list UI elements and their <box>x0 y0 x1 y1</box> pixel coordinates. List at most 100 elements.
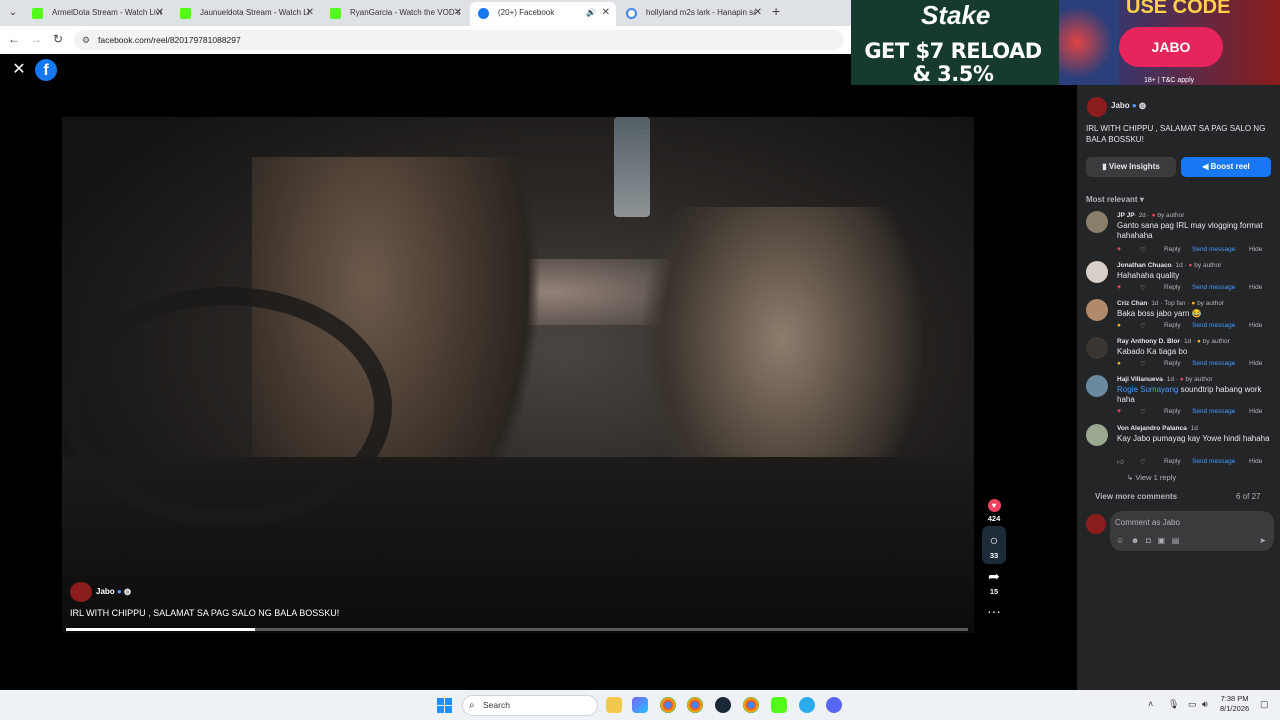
comment-author[interactable]: Criz Chan· 1d · Top fan · ● by author <box>1117 300 1224 307</box>
chevron-up-icon[interactable]: ˄ <box>1148 699 1153 709</box>
steam-icon[interactable] <box>715 697 731 713</box>
avatar[interactable] <box>1086 299 1108 321</box>
windows-start-icon[interactable] <box>437 698 452 713</box>
notification-icon[interactable]: ▢ <box>1260 699 1269 710</box>
haha-reaction-icon[interactable]: ● <box>1117 360 1121 367</box>
hide-button[interactable]: Hide <box>1249 408 1262 415</box>
dislike-icon[interactable]: ♡ <box>1140 284 1146 292</box>
avatar[interactable] <box>1086 337 1108 359</box>
chrome-icon[interactable] <box>660 697 676 713</box>
comment-button[interactable]: ○ 33 <box>982 526 1006 564</box>
avatar-sticker-icon[interactable]: ☺ <box>1116 536 1124 545</box>
comment-author[interactable]: Haji Villanueva· 1d · ● by author <box>1117 376 1213 383</box>
hide-button[interactable]: Hide <box>1249 246 1262 253</box>
like-icon[interactable]: 👍︎ <box>1117 458 1124 466</box>
avatar[interactable] <box>1086 211 1108 233</box>
speaker-icon[interactable]: 🔊 <box>586 2 596 24</box>
care-reaction-icon[interactable]: ● <box>1117 322 1121 329</box>
more-options-button[interactable]: ··· <box>982 601 1006 621</box>
send-message-button[interactable]: Send message <box>1192 246 1235 253</box>
dislike-icon[interactable]: ♡ <box>1140 246 1146 254</box>
tab-google-search[interactable]: hollyland m2s lark - Hanapin sa ✕ <box>618 2 768 26</box>
view-replies-link[interactable]: ↳ View 1 reply <box>1127 473 1176 482</box>
sidebar-author[interactable]: Jabo ● ◍ <box>1111 101 1146 110</box>
hide-button[interactable]: Hide <box>1249 458 1262 465</box>
emoji-icon[interactable]: ☻ <box>1131 536 1139 545</box>
love-reaction-icon[interactable]: ♥ <box>1117 284 1121 291</box>
dislike-icon[interactable]: ♡ <box>1140 322 1146 330</box>
tab-search-icon[interactable]: ⌄ <box>4 4 22 22</box>
app-icon[interactable] <box>771 697 787 713</box>
chrome-icon[interactable] <box>687 697 703 713</box>
taskbar-clock[interactable]: 7:38 PM 8/1/2026 <box>1220 694 1249 714</box>
avatar[interactable] <box>70 582 92 602</box>
new-tab-button[interactable]: + <box>772 3 780 19</box>
hide-button[interactable]: Hide <box>1249 322 1262 329</box>
camera-icon[interactable]: ◘ <box>1146 536 1151 545</box>
reel-video[interactable] <box>62 117 974 633</box>
reply-button[interactable]: Reply <box>1164 284 1181 291</box>
comment-author[interactable]: Von Alejandro Palanca· 1d <box>1117 425 1198 432</box>
avatar[interactable] <box>1086 375 1108 397</box>
comment-author[interactable]: JP JP· 2d · ● by author <box>1117 212 1184 219</box>
dislike-icon[interactable]: ♡ <box>1140 360 1146 368</box>
facebook-logo-icon[interactable]: f <box>35 59 57 81</box>
microphone-icon[interactable]: 🎙︎ <box>1168 699 1179 710</box>
chrome-icon[interactable] <box>743 697 759 713</box>
discord-icon[interactable] <box>826 697 842 713</box>
gif-icon[interactable]: ▣ <box>1157 536 1165 545</box>
share-button[interactable]: ➦ 15 <box>982 566 1006 596</box>
sort-dropdown[interactable]: Most relevant ▾ <box>1086 195 1144 204</box>
reply-button[interactable]: Reply <box>1164 360 1181 367</box>
avatar[interactable] <box>1086 261 1108 283</box>
close-tab-icon[interactable]: ✕ <box>156 2 164 24</box>
send-message-button[interactable]: Send message <box>1192 458 1235 465</box>
network-icon[interactable]: ▭ <box>1188 699 1197 710</box>
reaction-button[interactable]: ♥ 424 <box>982 493 1006 523</box>
telegram-icon[interactable] <box>799 697 815 713</box>
send-message-button[interactable]: Send message <box>1192 360 1235 367</box>
boost-reel-button[interactable]: ◀ Boost reel <box>1181 157 1271 177</box>
taskbar-search[interactable]: ⌕ Search <box>462 695 598 716</box>
reply-button[interactable]: Reply <box>1164 458 1181 465</box>
send-message-button[interactable]: Send message <box>1192 322 1235 329</box>
view-more-comments-link[interactable]: View more comments <box>1095 492 1177 501</box>
ad-code-button[interactable]: JABO <box>1119 27 1223 67</box>
tab-jaunueldota[interactable]: Jaunueldota Stream - Watch Live ✕ <box>172 2 320 26</box>
reply-button[interactable]: Reply <box>1164 408 1181 415</box>
close-tab-icon[interactable]: ✕ <box>602 2 610 24</box>
sticker-icon[interactable]: ▤ <box>1172 536 1180 545</box>
reply-button[interactable]: Reply <box>1164 322 1181 329</box>
hide-button[interactable]: Hide <box>1249 284 1262 291</box>
dislike-icon[interactable]: ♡ <box>1140 408 1146 416</box>
reel-author-name[interactable]: Jabo ● ◍ <box>96 587 131 596</box>
video-progress-bar[interactable] <box>66 628 968 631</box>
copilot-icon[interactable] <box>632 697 648 713</box>
stake-ad-banner[interactable]: Stake GET $7 RELOAD & 3.5% RAKEBACK! USE… <box>851 0 1280 85</box>
tab-armeldota[interactable]: ArmelDota Stream - Watch Live ✕ <box>24 2 170 26</box>
avatar[interactable] <box>1087 97 1107 117</box>
avatar[interactable] <box>1086 424 1108 446</box>
tab-ryangarcia[interactable]: RyanGarcia - Watch the VOD on ✕ <box>322 2 468 26</box>
close-tab-icon[interactable]: ✕ <box>454 2 462 24</box>
volume-icon[interactable]: 🔊︎ <box>1202 699 1208 710</box>
tab-facebook[interactable]: (20+) Facebook 🔊 ✕ <box>470 2 616 26</box>
forward-icon[interactable]: → <box>30 32 42 46</box>
url-field[interactable]: ⚙ facebook.com/reel/820179781088297 <box>74 30 844 50</box>
comment-input[interactable]: Comment as Jabo ☺ ☻ ◘ ▣ ▤ ➤ <box>1110 511 1274 551</box>
love-reaction-icon[interactable]: ♥ <box>1117 408 1121 415</box>
back-icon[interactable]: ← <box>8 32 20 46</box>
file-explorer-icon[interactable] <box>606 697 622 713</box>
close-tab-icon[interactable]: ✕ <box>754 2 762 24</box>
site-info-icon[interactable]: ⚙ <box>82 30 90 50</box>
reload-icon[interactable]: ↻ <box>53 32 63 46</box>
send-message-button[interactable]: Send message <box>1192 408 1235 415</box>
dislike-icon[interactable]: ♡ <box>1140 458 1146 466</box>
reply-button[interactable]: Reply <box>1164 246 1181 253</box>
close-icon[interactable]: ✕ <box>9 60 29 80</box>
send-message-button[interactable]: Send message <box>1192 284 1235 291</box>
love-reaction-icon[interactable]: ♥ <box>1117 246 1121 253</box>
view-insights-button[interactable]: ▮ View Insights <box>1086 157 1176 177</box>
send-icon[interactable]: ➤ <box>1259 536 1266 545</box>
hide-button[interactable]: Hide <box>1249 360 1262 367</box>
